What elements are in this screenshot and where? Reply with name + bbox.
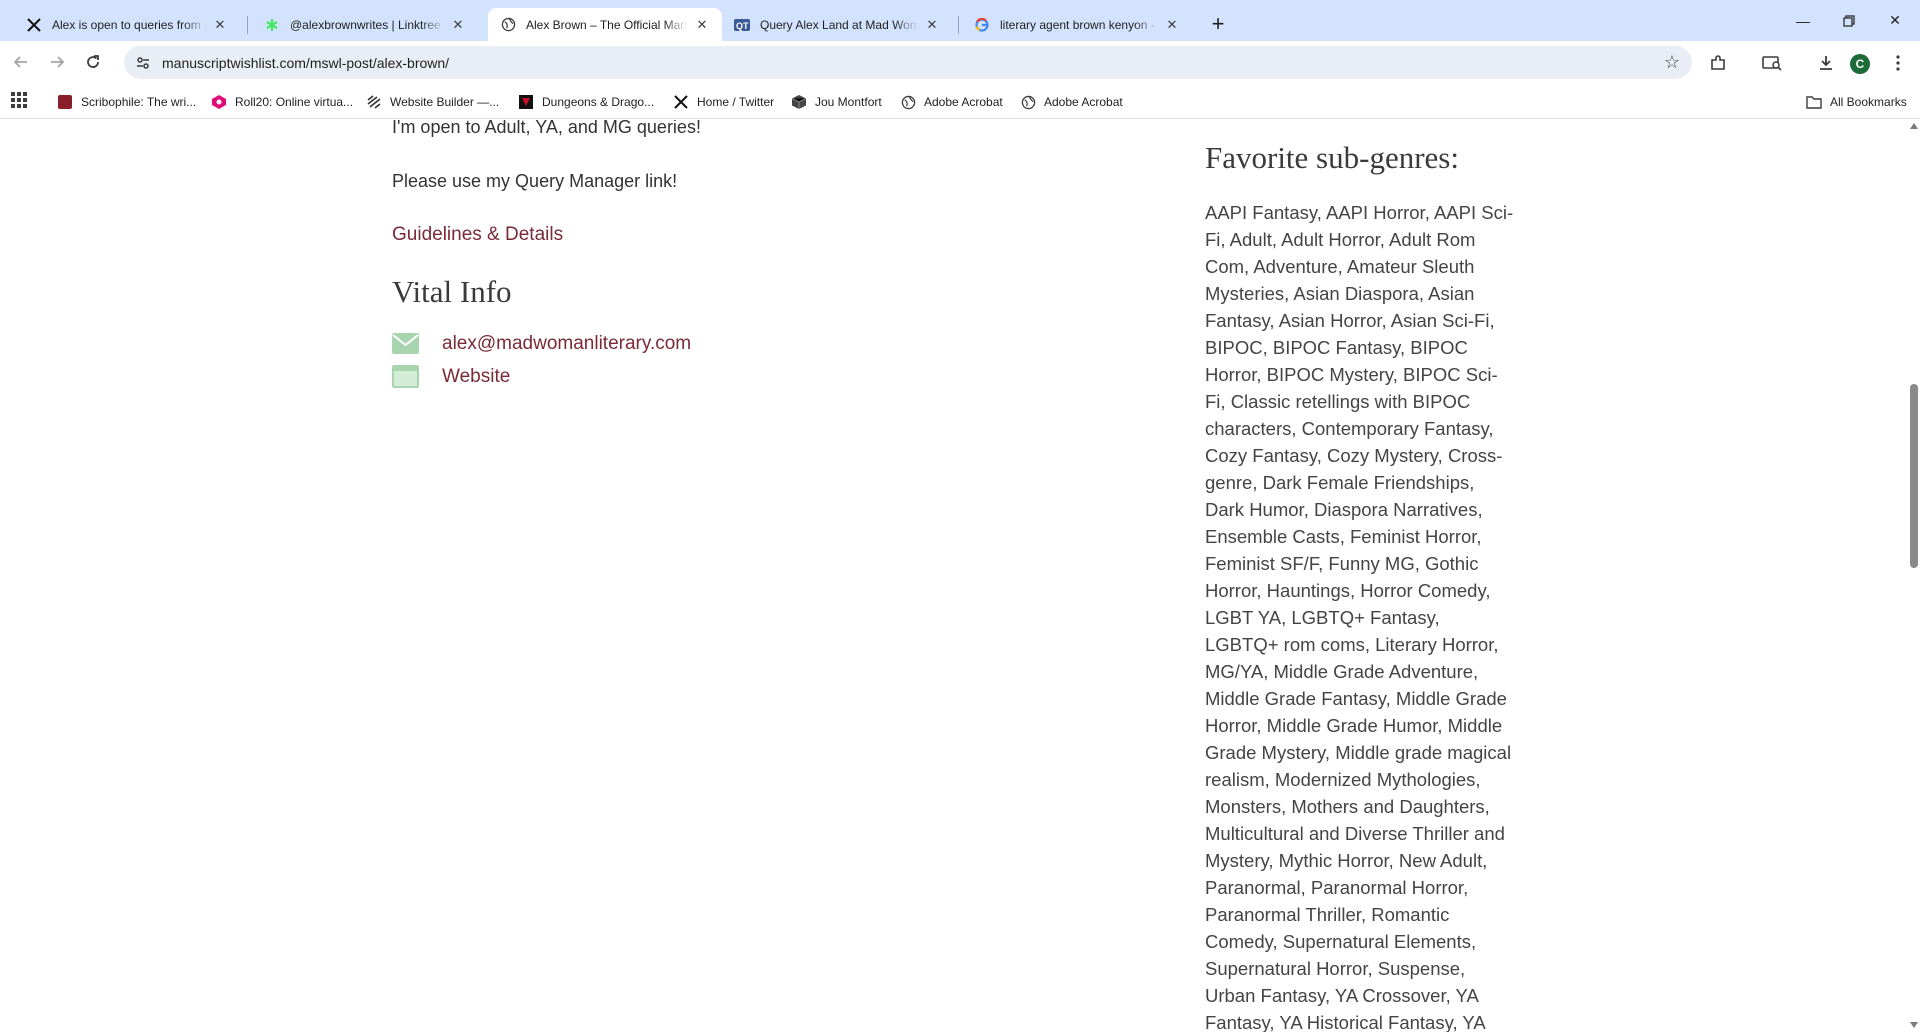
scrollbar-thumb[interactable]: [1910, 384, 1918, 568]
tab-strip: Alex is open to queries from mad ✕ @alex…: [0, 0, 1920, 41]
bookmark-adobe-acrobat-1[interactable]: Adobe Acrobat: [900, 92, 1003, 112]
bookmark-label: Adobe Acrobat: [924, 95, 1003, 109]
extensions-button[interactable]: [1704, 49, 1732, 77]
bookmark-label: Website Builder —...: [390, 95, 500, 109]
bookmark-adobe-acrobat-2[interactable]: Adobe Acrobat: [1020, 92, 1123, 112]
page-scrollbar[interactable]: [1908, 120, 1920, 1032]
close-window-button[interactable]: ✕: [1872, 0, 1918, 41]
toolbar: manuscriptwishlist.com/mswl-post/alex-br…: [0, 41, 1920, 84]
vital-info-heading: Vital Info: [392, 274, 512, 309]
folder-icon: [1806, 94, 1822, 110]
restore-button[interactable]: [1826, 0, 1872, 41]
email-row: alex@madwomanliterary.com: [392, 332, 691, 355]
bookmark-label: Dungeons & Drago...: [542, 95, 655, 109]
tab-title: Alex Brown – The Official Manuscript: [526, 17, 688, 32]
cast-search-icon: [1762, 56, 1782, 71]
reload-button[interactable]: [78, 47, 108, 77]
reload-icon: [87, 55, 99, 68]
subgenres-list: AAPI Fantasy, AAPI Horror, AAPI Sci-Fi, …: [1205, 202, 1514, 1032]
bookmark-scribophile[interactable]: Scribophile: The wri...: [57, 92, 196, 112]
address-bar[interactable]: manuscriptwishlist.com/mswl-post/alex-br…: [124, 46, 1692, 79]
bookmark-roll20[interactable]: Roll20: Online virtua...: [211, 92, 353, 112]
close-icon[interactable]: ✕: [1164, 17, 1180, 33]
close-icon[interactable]: ✕: [212, 17, 228, 33]
bookmark-label: Roll20: Online virtua...: [235, 95, 354, 109]
x-twitter-icon: [673, 94, 689, 110]
close-icon[interactable]: ✕: [924, 17, 940, 33]
envelope-icon: [392, 332, 419, 355]
minimize-button[interactable]: —: [1780, 0, 1826, 41]
roll20-icon: [211, 94, 227, 110]
dnd-icon: [518, 94, 534, 110]
new-tab-button[interactable]: +: [1204, 10, 1232, 38]
tab-title: Query Alex Land at Mad Woman: [760, 17, 918, 32]
linktree-icon: [264, 17, 280, 33]
kebab-menu-icon: [1896, 55, 1900, 71]
tab-title: Alex is open to queries from mad: [52, 17, 206, 32]
bookmark-star-icon[interactable]: ☆: [1664, 52, 1680, 73]
tab-google-search[interactable]: literary agent brown kenyon - Google ✕: [962, 8, 1192, 41]
tab-separator: [247, 16, 248, 34]
website-row: Website: [392, 365, 510, 388]
bookmark-label: Scribophile: The wri...: [81, 95, 197, 109]
forward-button[interactable]: [42, 47, 72, 77]
page-content: I'm open to Adult, YA, and MG queries! P…: [0, 120, 1908, 1032]
close-icon[interactable]: ✕: [694, 17, 710, 33]
bookmark-jou-montfort[interactable]: Jou Montfort: [791, 92, 882, 112]
tab-title: literary agent brown kenyon - Google: [1000, 17, 1158, 32]
website-builder-icon: [366, 94, 382, 110]
profile-avatar[interactable]: C: [1850, 54, 1870, 74]
bookmark-website-builder[interactable]: Website Builder —...: [366, 92, 499, 112]
site-info-icon[interactable]: [133, 53, 153, 73]
url-text[interactable]: manuscriptwishlist.com/mswl-post/alex-br…: [162, 55, 449, 71]
x-twitter-icon: [26, 17, 42, 33]
bookmark-label: All Bookmarks: [1830, 95, 1907, 109]
guidelines-link[interactable]: Guidelines & Details: [392, 224, 563, 246]
tab-twitter[interactable]: Alex is open to queries from mad ✕: [14, 8, 240, 41]
forward-arrow-icon: [51, 56, 65, 68]
browser-window-icon: [392, 365, 419, 388]
queries-text: I'm open to Adult, YA, and MG queries!: [392, 120, 701, 137]
bookmark-label: Jou Montfort: [815, 95, 882, 109]
apps-grid-icon[interactable]: [11, 92, 27, 108]
svg-text:QT: QT: [736, 21, 749, 31]
email-link[interactable]: alex@madwomanliterary.com: [442, 333, 691, 355]
query-manager-text: Please use my Query Manager link!: [392, 171, 678, 191]
bookmark-label: Adobe Acrobat: [1044, 95, 1123, 109]
bookmark-dnd[interactable]: Dungeons & Drago...: [518, 92, 654, 112]
tab-query-manager[interactable]: QT Query Alex Land at Mad Woman ✕: [722, 8, 952, 41]
querymanager-icon: QT: [734, 17, 750, 33]
scroll-up-arrow-icon[interactable]: [1910, 123, 1918, 129]
restore-icon: [1843, 14, 1855, 27]
browser-menu-button[interactable]: [1884, 49, 1912, 77]
globe-icon: [500, 17, 516, 33]
back-button[interactable]: [6, 47, 36, 77]
tab-linktree[interactable]: @alexbrownwrites | Linktree ✕: [252, 8, 478, 41]
media-button[interactable]: [1758, 49, 1786, 77]
tab-separator: [958, 16, 959, 34]
puzzle-icon: [1711, 55, 1725, 70]
back-arrow-icon: [13, 56, 27, 68]
globe-icon: [1020, 94, 1036, 110]
globe-icon: [900, 94, 916, 110]
all-bookmarks-button[interactable]: All Bookmarks: [1806, 92, 1907, 112]
download-icon: [1820, 56, 1832, 70]
cube-icon: [791, 94, 807, 110]
bookmark-twitter[interactable]: Home / Twitter: [673, 92, 774, 112]
google-icon: [974, 17, 990, 33]
scribophile-icon: [57, 94, 73, 110]
tab-title: @alexbrownwrites | Linktree: [290, 17, 441, 32]
downloads-button[interactable]: [1812, 49, 1840, 77]
subgenres-heading: Favorite sub-genres:: [1205, 140, 1459, 175]
website-link[interactable]: Website: [442, 366, 510, 388]
bookmarks-bar: Scribophile: The wri... Roll20: Online v…: [0, 84, 1920, 119]
bookmark-label: Home / Twitter: [697, 95, 775, 109]
close-icon[interactable]: ✕: [450, 17, 466, 33]
scroll-down-arrow-icon[interactable]: [1910, 1022, 1918, 1028]
tab-alex-brown[interactable]: Alex Brown – The Official Manuscript ✕: [488, 8, 722, 41]
